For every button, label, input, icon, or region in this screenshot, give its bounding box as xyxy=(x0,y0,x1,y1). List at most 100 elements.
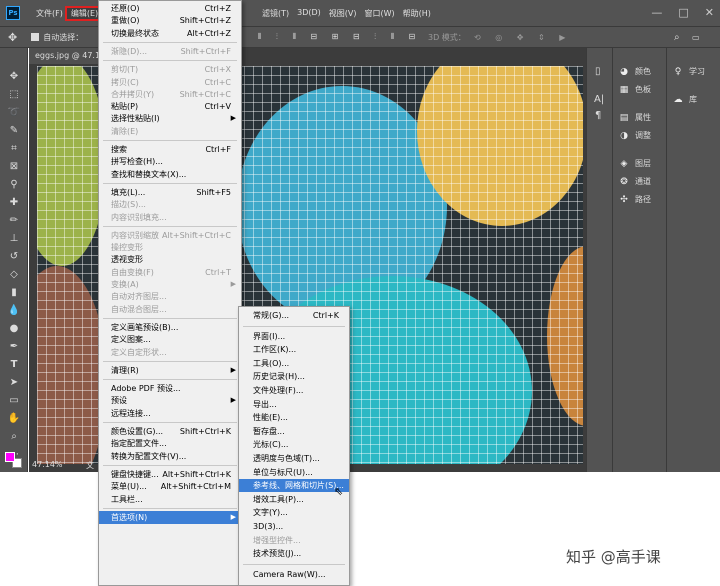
gradient-tool-icon[interactable]: ▮ xyxy=(6,286,22,300)
menu-item[interactable]: 单位与标尺(U)... xyxy=(239,466,349,479)
pen-tool-icon[interactable]: ✒ xyxy=(6,340,22,354)
crop-tool-icon[interactable]: ⌗ xyxy=(6,142,22,156)
menu-edit[interactable]: 编辑(E) xyxy=(64,5,105,21)
menu-item[interactable]: 转换为配置文件(V)... xyxy=(99,450,241,463)
move-tool-icon[interactable]: ✥ xyxy=(8,31,17,44)
menu-item[interactable]: 首选项(N) ▶ xyxy=(99,510,241,524)
menu-3d[interactable]: 3D(D) xyxy=(293,8,325,19)
menu-item[interactable]: 界面(I)... xyxy=(239,330,349,343)
menu-item[interactable]: 增效工具(P)... xyxy=(239,493,349,506)
menu-item[interactable]: 菜单(U)... Alt+Shift+Ctrl+M xyxy=(99,480,241,493)
brush-tool-icon[interactable]: ✏ xyxy=(6,214,22,228)
histogram-icon[interactable]: ▯ xyxy=(595,66,601,77)
dodge-tool-icon[interactable]: ● xyxy=(6,322,22,336)
menu-item[interactable]: 重做(O) Shift+Ctrl+Z xyxy=(99,14,241,27)
menu-window[interactable]: 窗口(W) xyxy=(361,8,399,19)
panel-libraries[interactable]: ☁ 库 xyxy=(673,94,698,105)
menu-item[interactable]: 暂存盘... xyxy=(239,425,349,438)
menu-item[interactable]: 文件处理(F)... xyxy=(239,384,349,397)
auto-select-checkbox[interactable] xyxy=(31,33,40,41)
zoom-level[interactable]: 47.14% xyxy=(32,460,63,469)
menu-item[interactable]: 导出... xyxy=(239,398,349,411)
menu-item[interactable]: 自由变换(F) Ctrl+T xyxy=(99,266,241,279)
menu-item[interactable]: 透明度与色域(T)... xyxy=(239,452,349,465)
menu-item[interactable]: 变换(A) ▶ xyxy=(99,278,241,291)
eyedropper-tool-icon[interactable]: ⚲ xyxy=(6,178,22,192)
move-tool-icon[interactable]: ✥ xyxy=(6,70,22,84)
menu-item[interactable]: 清理(R) ▶ xyxy=(99,364,241,377)
character-icon[interactable]: A| xyxy=(594,94,604,105)
menu-item[interactable]: 自动对齐图层... xyxy=(99,290,241,303)
menu-item[interactable]: 剪切(T) Ctrl+X xyxy=(99,63,241,76)
menu-item[interactable]: 描边(S)... xyxy=(99,198,241,211)
menu-item[interactable]: 工具(O)... xyxy=(239,357,349,370)
panel-channels[interactable]: ❂ 通道 xyxy=(619,176,651,187)
menu-filter[interactable]: 滤镜(T) xyxy=(258,8,293,19)
menu-item[interactable]: 选择性粘贴(I) ▶ xyxy=(99,112,241,125)
menu-item[interactable]: 填充(L)... Shift+F5 xyxy=(99,186,241,199)
panel-properties[interactable]: ▤ 属性 xyxy=(619,112,651,123)
menu-item[interactable]: 操控变形 xyxy=(99,241,241,254)
menu-item[interactable]: 指定配置文件... xyxy=(99,437,241,450)
menu-file[interactable]: 文件(F) xyxy=(32,8,67,19)
menu-item[interactable]: 工具栏... xyxy=(99,493,241,506)
menu-item[interactable]: 远程连接... xyxy=(99,407,241,420)
menu-view[interactable]: 视图(V) xyxy=(325,8,361,19)
marquee-tool-icon[interactable]: ⬚ xyxy=(6,88,22,102)
panel-learn[interactable]: ♀ 学习 xyxy=(673,66,705,77)
shape-tool-icon[interactable]: ▭ xyxy=(6,394,22,408)
menu-item[interactable]: 键盘快捷键... Alt+Shift+Ctrl+K xyxy=(99,468,241,481)
menu-item[interactable]: 还原(O) Ctrl+Z xyxy=(99,2,241,15)
maximize-icon[interactable]: □ xyxy=(678,6,688,19)
panel-paths[interactable]: ✣ 路径 xyxy=(619,194,651,205)
menu-item[interactable]: 工作区(K)... xyxy=(239,343,349,356)
menu-item[interactable]: 光标(C)... xyxy=(239,438,349,451)
menu-item[interactable]: 预设 ▶ xyxy=(99,394,241,407)
menu-item[interactable]: 技术预览(J)... xyxy=(239,547,349,560)
panel-layers[interactable]: ◈ 图层 xyxy=(619,158,651,169)
workspace-icon[interactable]: ▭ xyxy=(692,33,700,42)
menu-item[interactable]: 拷贝(C) Ctrl+C xyxy=(99,76,241,89)
menu-item[interactable]: 切换最终状态 Alt+Ctrl+Z xyxy=(99,27,241,40)
menu-item[interactable]: 常规(G)... Ctrl+K xyxy=(239,309,349,322)
lasso-tool-icon[interactable]: ➰ xyxy=(6,106,22,120)
menu-item[interactable]: 内容识别填充... xyxy=(99,211,241,224)
menu-item[interactable]: 历史记录(H)... xyxy=(239,370,349,383)
menu-item[interactable]: 文字(Y)... xyxy=(239,506,349,519)
align-icons[interactable]: ⫴ ⫶ ⫴ ⊟ ⊞ ⊟ ⫶ ⫴ ⊟ xyxy=(258,32,421,42)
menu-item[interactable]: Camera Raw(W)... xyxy=(239,568,349,581)
menu-item[interactable]: Adobe PDF 预设... xyxy=(99,382,241,395)
menu-item[interactable]: 性能(E)... xyxy=(239,411,349,424)
panel-adjustments[interactable]: ◑ 调整 xyxy=(619,130,651,141)
zoom-tool-icon[interactable]: ⌕ xyxy=(6,430,22,444)
menu-item[interactable]: 粘贴(P) Ctrl+V xyxy=(99,100,241,113)
history-brush-tool-icon[interactable]: ↺ xyxy=(6,250,22,264)
menu-item[interactable]: 定义画笔预设(B)... xyxy=(99,321,241,334)
menu-item[interactable]: 合并拷贝(Y) Shift+Ctrl+C xyxy=(99,88,241,101)
menu-item[interactable]: 渐隐(D)... Shift+Ctrl+F xyxy=(99,45,241,58)
healing-tool-icon[interactable]: ✚ xyxy=(6,196,22,210)
menu-item[interactable]: 参考线、网格和切片(S)... xyxy=(239,479,349,493)
blur-tool-icon[interactable]: 💧 xyxy=(6,304,22,318)
menu-item[interactable]: 内容识别缩放 Alt+Shift+Ctrl+C xyxy=(99,229,241,242)
eraser-tool-icon[interactable]: ◇ xyxy=(6,268,22,282)
type-tool-icon[interactable]: T xyxy=(6,358,22,372)
path-select-tool-icon[interactable]: ➤ xyxy=(6,376,22,390)
hand-tool-icon[interactable]: ✋ xyxy=(6,412,22,426)
close-icon[interactable]: ✕ xyxy=(705,6,714,19)
quick-select-tool-icon[interactable]: ✎ xyxy=(6,124,22,138)
foreground-color-swatch[interactable] xyxy=(5,452,15,462)
minimize-icon[interactable]: — xyxy=(651,6,662,19)
panel-swatches[interactable]: ▦ 色板 xyxy=(619,84,651,95)
3d-mode-icons[interactable]: ⟲ ◎ ✥ ⇕ ▶ xyxy=(474,33,571,42)
menu-item[interactable]: 清除(E) xyxy=(99,125,241,138)
menu-item[interactable]: 定义自定形状... xyxy=(99,346,241,359)
menu-item[interactable]: 定义图案... xyxy=(99,333,241,346)
paragraph-icon[interactable]: ¶ xyxy=(595,110,601,121)
menu-item[interactable]: 透视变形 xyxy=(99,253,241,266)
menu-item[interactable]: 自动混合图层... xyxy=(99,303,241,316)
menu-item[interactable]: 搜索 Ctrl+F xyxy=(99,143,241,156)
search-icon[interactable]: ⌕ xyxy=(674,32,680,43)
frame-tool-icon[interactable]: ⊠ xyxy=(6,160,22,174)
menu-item[interactable]: 拼写检查(H)... xyxy=(99,155,241,168)
